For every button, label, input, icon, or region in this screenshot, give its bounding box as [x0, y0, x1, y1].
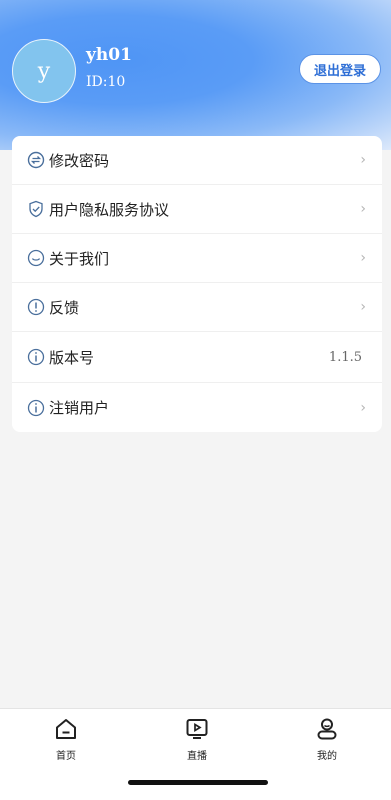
tab-label: 我的: [317, 751, 337, 762]
menu-item-label: 注销用户: [49, 399, 110, 417]
menu-item-version: 版本号 1.1.5: [12, 332, 382, 383]
avatar[interactable]: y: [12, 39, 76, 103]
tab-label: 直播: [187, 751, 207, 762]
menu-item-delete-account[interactable]: 注销用户 ›: [12, 383, 382, 432]
user-icon: [315, 717, 339, 745]
menu-item-about[interactable]: 关于我们 ›: [12, 234, 382, 283]
menu-item-feedback[interactable]: 反馈 ›: [12, 283, 382, 332]
chevron-right-icon: ›: [360, 250, 366, 266]
tab-live[interactable]: 直播: [167, 717, 227, 762]
menu-item-label: 用户隐私服务协议: [49, 200, 170, 219]
user-id: ID:10: [86, 74, 126, 90]
bottom-tab-bar: 首页 直播 我的: [0, 708, 391, 800]
tab-label: 首页: [56, 751, 76, 762]
play-icon: [185, 717, 209, 745]
menu-item-label: 反馈: [49, 298, 80, 317]
menu-item-privacy[interactable]: 用户隐私服务协议 ›: [12, 185, 382, 234]
menu-item-label: 关于我们: [49, 249, 110, 268]
chevron-right-icon: ›: [360, 152, 366, 168]
chevron-right-icon: ›: [360, 201, 366, 217]
home-icon: [54, 717, 78, 745]
tab-mine[interactable]: 我的: [297, 717, 357, 762]
menu-item-change-password[interactable]: 修改密码 ›: [12, 136, 382, 185]
profile-header: y yh01 ID:10 退出登录: [0, 0, 391, 150]
info-circle-icon: [27, 348, 45, 366]
menu-item-label: 版本号: [49, 348, 95, 367]
exclamation-circle-icon: [27, 298, 45, 316]
settings-menu: 修改密码 › 用户隐私服务协议 › 关于我们 › 反馈 › 版本号 1.1.5 …: [12, 136, 382, 432]
chevron-right-icon: ›: [360, 299, 366, 315]
tab-home[interactable]: 首页: [36, 717, 96, 762]
swap-arrows-icon: [27, 151, 45, 169]
username: yh01: [86, 45, 132, 65]
smile-icon: [27, 249, 45, 267]
chevron-right-icon: ›: [360, 399, 366, 416]
logout-button[interactable]: 退出登录: [299, 54, 381, 84]
menu-item-label: 修改密码: [49, 151, 110, 170]
version-value: 1.1.5: [328, 349, 362, 365]
shield-check-icon: [27, 200, 45, 218]
home-indicator[interactable]: [128, 780, 268, 785]
info-circle-icon: [27, 399, 45, 417]
